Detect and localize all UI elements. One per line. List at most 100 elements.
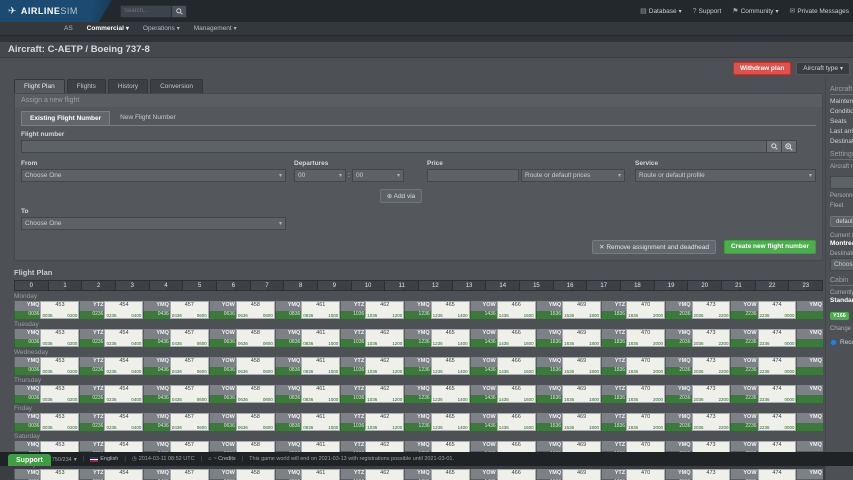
ground-segment[interactable]: YMQ [796,301,822,319]
logo[interactable]: ✈ AIRLINESIM [0,0,112,22]
flight-segment[interactable]: 46210361200 [365,329,404,347]
flight-segment[interactable]: 47320362200 [692,385,731,403]
flight-segment[interactable]: 46614361600 [497,413,536,431]
ground-segment[interactable]: YMQ0036 [14,301,40,319]
ground-segment[interactable]: YMQ2036 [665,413,691,431]
ground-segment[interactable]: YMQ0036 [14,469,40,480]
ground-segment[interactable]: YMQ0036 [14,329,40,347]
ground-segment[interactable]: YTZ1836 [601,301,626,319]
flight-segment[interactable]: 46108361000 [301,469,340,480]
flight-segment[interactable]: 47422360000 [758,385,797,403]
ground-segment[interactable]: YMQ0036 [14,413,40,431]
flight-segment[interactable]: 46108361000 [301,385,340,403]
ground-segment[interactable]: YMQ1236 [404,357,430,375]
aircraft-name-input[interactable] [830,176,853,189]
flight-segment[interactable]: 45806360800 [236,357,275,375]
ground-segment[interactable]: YTZ1836 [601,413,626,431]
flight-segment[interactable]: 46210361200 [365,413,404,431]
from-select[interactable]: Choose One [21,169,286,182]
ground-segment[interactable]: YMQ2036 [665,385,691,403]
ground-segment[interactable]: YMQ0836 [275,385,301,403]
flight-number-input[interactable] [21,140,767,153]
ground-segment[interactable]: YMQ0836 [275,413,301,431]
service-select[interactable]: Route or default profile [635,169,816,182]
ground-segment[interactable]: YOW1436 [470,469,497,480]
ground-segment[interactable]: YMQ1636 [536,385,562,403]
sidebar-link-seats[interactable]: Seats [830,118,853,125]
flight-segment[interactable]: 45806360800 [236,329,275,347]
sidebar-link-last-arrival[interactable]: Last arrival [830,128,853,135]
ground-segment[interactable]: YMQ0436 [143,357,169,375]
flight-segment[interactable]: 47320362200 [692,357,731,375]
flight-segment[interactable]: 45402360400 [104,329,143,347]
flight-segment[interactable]: 47018362000 [626,385,665,403]
flight-segment[interactable]: 45300360200 [40,357,79,375]
flight-segment[interactable]: 46512361400 [431,413,470,431]
menu-support[interactable]: ?Support [693,8,722,15]
search-input[interactable] [120,5,172,18]
ground-segment[interactable]: YMQ0836 [275,329,301,347]
create-flight-number-button[interactable]: Create new flight number [724,240,816,254]
sidebar-link-maintenance[interactable]: Maintenance [830,98,853,105]
flight-segment[interactable]: 45402360400 [104,385,143,403]
flight-segment[interactable]: 45300360200 [40,413,79,431]
ground-segment[interactable]: YOW0636 [209,385,236,403]
ground-segment[interactable]: YOW2236 [730,357,757,375]
ground-segment[interactable]: YTZ1036 [340,469,365,480]
flight-segment[interactable]: 46916361800 [562,301,601,319]
ground-segment[interactable]: YMQ0836 [275,469,301,480]
subtab-new-flight-number[interactable]: New Flight Number [112,111,184,125]
to-select[interactable]: Choose One [21,217,286,230]
search-button[interactable] [172,5,187,18]
ground-segment[interactable]: YOW2236 [730,301,757,319]
flight-segment[interactable]: 46210361200 [365,385,404,403]
ground-segment[interactable]: YMQ0436 [143,385,169,403]
flight-segment[interactable]: 47422360000 [758,301,797,319]
remove-assignment-button[interactable]: ✕ Remove assignment and deadhead [592,240,716,254]
flight-segment[interactable]: 46916361800 [562,385,601,403]
flight-number-search-button[interactable] [767,140,782,153]
flight-segment[interactable]: 46210361200 [365,357,404,375]
flight-segment[interactable]: 46512361400 [431,357,470,375]
subtab-existing-flight-number[interactable]: Existing Flight Number [21,111,110,125]
flight-segment[interactable]: 47422360000 [758,469,797,480]
ground-segment[interactable]: YOW0636 [209,469,236,480]
ground-segment[interactable]: YMQ0436 [143,413,169,431]
flight-segment[interactable]: 46108361000 [301,329,340,347]
flight-segment[interactable]: 46108361000 [301,357,340,375]
ground-segment[interactable]: YTZ0236 [79,385,104,403]
departure-minute-select[interactable]: 00 [352,169,404,182]
withdraw-plan-button[interactable]: Withdraw plan [733,62,791,75]
flight-segment[interactable]: 47320362200 [692,301,731,319]
ground-segment[interactable]: YOW1436 [470,329,497,347]
ground-segment[interactable]: YMQ2036 [665,329,691,347]
ground-segment[interactable]: YOW0636 [209,301,236,319]
ground-segment[interactable]: YMQ1236 [404,413,430,431]
ground-segment[interactable]: YMQ0836 [275,357,301,375]
ground-segment[interactable]: YOW2236 [730,469,757,480]
flight-segment[interactable]: 47320362200 [692,413,731,431]
flight-segment[interactable]: 46512361400 [431,301,470,319]
tab-flights[interactable]: Flights [67,79,106,93]
aircraft-type-button[interactable]: Aircraft type [796,62,850,75]
flight-segment[interactable]: 47018362000 [626,329,665,347]
reconfigure-radio[interactable] [830,339,837,346]
ground-segment[interactable]: YMQ1636 [536,301,562,319]
flight-segment[interactable]: 47422360000 [758,413,797,431]
ground-segment[interactable]: YOW1436 [470,385,497,403]
ground-segment[interactable]: YOW1436 [470,413,497,431]
flight-segment[interactable]: 45300360200 [40,329,79,347]
flight-segment[interactable]: 45806360800 [236,469,275,480]
footer-credits[interactable]: ⌂~ Credits [208,456,236,462]
flight-segment[interactable]: 47018362000 [626,301,665,319]
flight-segment[interactable]: 46614361600 [497,357,536,375]
ground-segment[interactable]: YMQ [796,413,822,431]
ground-segment[interactable]: YMQ1636 [536,329,562,347]
flight-segment[interactable]: 46614361600 [497,329,536,347]
flight-segment[interactable]: 46108361000 [301,413,340,431]
ground-segment[interactable]: YMQ1236 [404,469,430,480]
flight-segment[interactable]: 45704360600 [170,329,209,347]
ground-segment[interactable]: YMQ1636 [536,469,562,480]
ground-segment[interactable]: YTZ1836 [601,357,626,375]
price-input[interactable] [427,169,519,182]
